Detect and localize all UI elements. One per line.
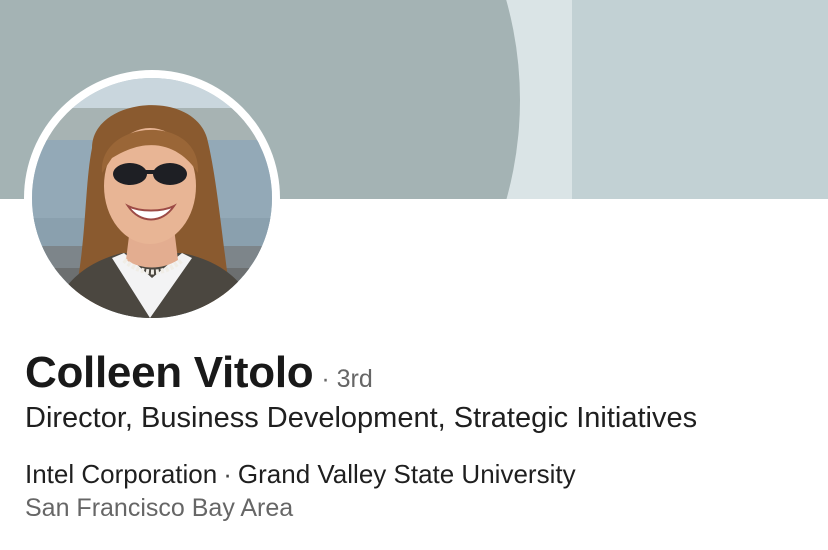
name-row: Colleen Vitolo · 3rd — [25, 348, 815, 398]
profile-card: Colleen Vitolo · 3rd Director, Business … — [0, 0, 828, 550]
profile-name: Colleen Vitolo — [25, 348, 314, 397]
connection-degree: · 3rd — [321, 365, 372, 394]
profile-photo-image — [32, 78, 272, 318]
degree-separator: · — [321, 365, 330, 393]
current-company-link[interactable]: Intel Corporation — [25, 459, 217, 489]
profile-location: San Francisco Bay Area — [25, 494, 294, 522]
profile-info: Colleen Vitolo · 3rd Director, Business … — [25, 348, 815, 523]
profile-photo-frame[interactable] — [24, 70, 280, 326]
profile-photo[interactable] — [32, 78, 272, 318]
education-link[interactable]: Grand Valley State University — [238, 459, 576, 489]
profile-headline: Director, Business Development, Strategi… — [25, 402, 698, 434]
degree-label: 3rd — [336, 365, 373, 393]
current-positions: Intel Corporation · Grand Valley State Uni… — [25, 459, 815, 490]
org-separator: · — [223, 459, 232, 489]
